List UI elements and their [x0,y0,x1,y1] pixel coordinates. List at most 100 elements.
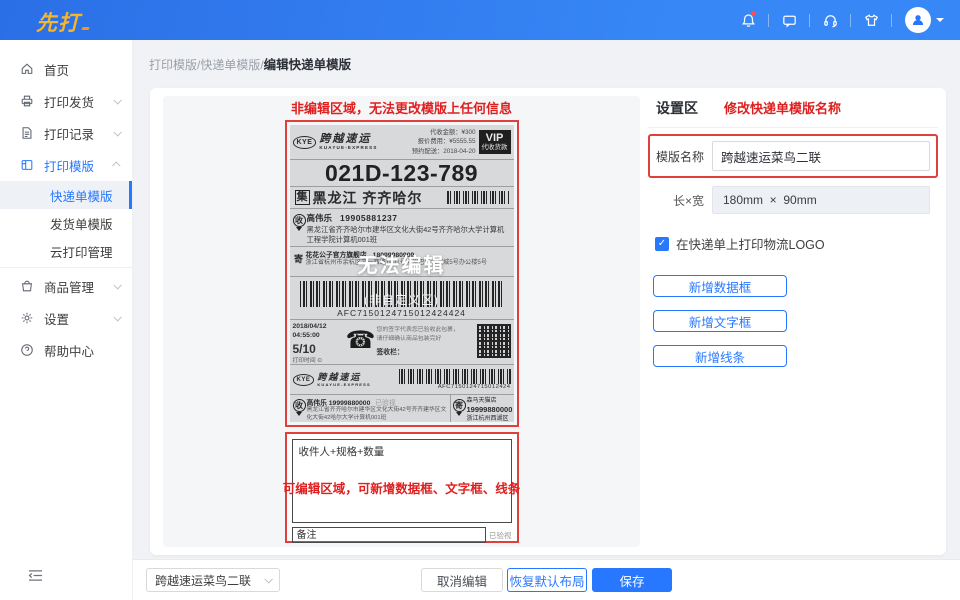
stub-address-row: 收 高伟乐 19999880000 已验视 黑龙江省齐齐哈尔市建华区文化大街42… [290,395,514,422]
sidebar-item-label: 商品管理 [44,277,94,296]
sidebar-collapse-icon[interactable] [28,569,43,587]
print-time-block: 2018/04/12 04:55:00 5/10 打印时间 ⊙ [293,323,345,364]
barcode-number: AFC7150124715012424424 [300,308,504,318]
size-input [712,186,930,214]
stub-receiver-pin-icon: 收 [292,397,307,422]
breadcrumb-current: 编辑快递单模版 [264,58,352,72]
home-icon [20,62,34,76]
template-name-input[interactable] [712,141,930,171]
sidebar-item-label: 打印模版 [44,156,94,175]
topbar: 先打 [0,0,960,40]
brand-badge: KYE [293,136,317,149]
sidebar-item-print-record[interactable]: 打印记录 [0,117,132,149]
brand-name-en: KUAYUE-EXPRESS [317,383,371,387]
sidebar-item-goods[interactable]: 商品管理 [0,270,132,302]
avatar-circle [905,7,931,33]
stub-receiver-status: 已验视 [375,400,395,407]
chevron-down-icon [113,313,121,321]
stub-sender-name: 森马天猫店 [467,397,513,405]
settings-hint-annotation: 修改快递单模版名称 [724,98,841,117]
checkbox-checked-icon[interactable] [655,237,669,251]
stub-sender-address: 浙江杭州西湖区 [467,415,513,422]
sign-note: 您的签字代表您已验收此包裹， 请仔细确认商品包装完好 签收栏： [377,323,477,364]
print-logo-checkbox-row[interactable]: 在快递单上打印物流LOGO [648,234,938,253]
receiver-pin-icon: 收 [292,212,307,246]
non-editable-region: KYE 跨越速运 KUAYUE-EXPRESS 代收金额：¥300 报价费用：¥… [285,120,519,427]
sidebar-item-print-template[interactable]: 打印模版 [0,149,132,181]
sidebar: 首页 打印发货 打印记录 打印模版 快递单模版 发货单模版 [0,40,133,600]
settings-title: 设置区 [656,98,698,118]
size-row: 长×宽 [648,186,938,214]
help-icon [20,343,34,357]
sidebar-subitem-cloud-print[interactable]: 云打印管理 [0,237,132,265]
divider [850,14,851,27]
stub-receiver-phone: 19999880000 [329,400,371,407]
sidebar-item-label: 设置 [44,309,69,328]
app-logo[interactable]: 先打 [36,7,89,37]
tracking-number: 021D-123-789 [290,160,514,187]
brand-name: 跨越速运 [317,373,371,382]
shirt-icon[interactable] [856,0,886,40]
add-line-button[interactable]: 新增线条 [653,345,787,367]
settings-panel: 设置区 修改快递单模版名称 模版名称 长×宽 在快递单上打印物流LOGO 新增数… [648,98,938,367]
sort-row: 集 黑龙江 齐齐哈尔 [290,187,514,209]
add-text-frame-button[interactable]: 新增文字框 [653,310,787,332]
editable-region[interactable]: 收件人+规格+数量 备注 已验视 可编辑区域，可新增数据框、文字框、线条 [285,432,519,543]
sort-city: 黑龙江 齐齐哈尔 [313,188,423,208]
main-content: 打印模版/快递单模版/编辑快递单模版 非编辑区域，无法更改模版上任何信息 KYE… [133,40,960,559]
checkbox-label: 在快递单上打印物流LOGO [676,234,825,253]
non-editable-annotation: 非编辑区域，无法更改模版上任何信息 [285,98,519,117]
note-field[interactable]: 备注 [292,527,487,543]
template-selector-value: 跨越速运菜鸟二联 [155,572,251,589]
overlay-subtitle: (非自定义区) [287,291,517,308]
stub-barcode-number: AFC7150124715012424 [399,384,511,390]
template-selector-dropdown[interactable]: 跨越速运菜鸟二联 [146,568,280,592]
fee-info: 代收金额：¥300 报价费用：¥5555.55 预约配送：2018-04-20 [412,128,476,156]
vip-badge: VIP 代收货款 [479,130,511,154]
note-status: 已验视 [489,530,512,541]
caret-down-icon [936,18,944,22]
save-button[interactable]: 保存 [592,568,672,592]
sidebar-subitem-invoice-template[interactable]: 发货单模版 [0,209,132,237]
brand-badge: KYE [293,374,315,386]
message-icon[interactable] [774,0,804,40]
sidebar-item-help[interactable]: 帮助中心 [0,334,132,366]
print-time-label: 打印时间 ⊙ [293,358,345,366]
divider [768,14,769,27]
chevron-down-icon [113,128,121,136]
sidebar-subitem-express-template[interactable]: 快递单模版 [0,181,132,209]
stub-receiver-address: 黑龙江省齐齐哈尔市建华区文化大街42号齐齐建华区文化大街42哈尔大学计算机001… [307,407,449,422]
sidebar-item-settings[interactable]: 设置 [0,302,132,334]
chevron-down-icon [264,575,272,583]
qr-code [477,324,511,358]
breadcrumb-path[interactable]: 打印模版/快递单模版/ [149,58,264,72]
sidebar-item-home[interactable]: 首页 [0,53,132,85]
stub-receiver-name: 高伟乐 [307,400,327,407]
chevron-down-icon [113,281,121,289]
receiver-name: 高伟乐 [307,213,333,223]
notification-bell-icon[interactable] [733,0,763,40]
info-row: 2018/04/12 04:55:00 5/10 打印时间 ⊙ ☎ 您的签字代表… [290,320,514,365]
breadcrumb: 打印模版/快递单模版/编辑快递单模版 [149,54,351,73]
sort-tag: 集 [295,190,310,205]
user-avatar[interactable] [905,7,944,33]
print-count: 5/10 [293,342,345,358]
sidebar-item-print-ship[interactable]: 打印发货 [0,85,132,117]
editor-card: 非编辑区域，无法更改模版上任何信息 KYE 跨越速运 KUAYUE-EXPRES… [150,88,946,555]
add-data-frame-button[interactable]: 新增数据框 [653,275,787,297]
divider [891,14,892,27]
template-name-label: 模版名称 [656,148,712,165]
divider [0,267,132,268]
receiver-row: 收 高伟乐19905881237 黑龙江省齐齐哈尔市建华区文化大街42号齐齐哈尔… [290,209,514,247]
notification-badge-dot [751,11,756,16]
sidebar-item-label: 帮助中心 [44,341,94,360]
sidebar-item-label: 打印记录 [44,124,94,143]
brand-name: 跨越速运 [319,134,377,145]
small-barcode [447,191,509,204]
cancel-edit-button[interactable]: 取消编辑 [421,568,503,592]
restore-default-layout-button[interactable]: 恢复默认布局 [507,568,587,592]
headset-icon[interactable] [815,0,845,40]
stub-sender-pin-icon: 寄 [452,397,467,422]
divider [648,127,938,128]
divider [809,14,810,27]
